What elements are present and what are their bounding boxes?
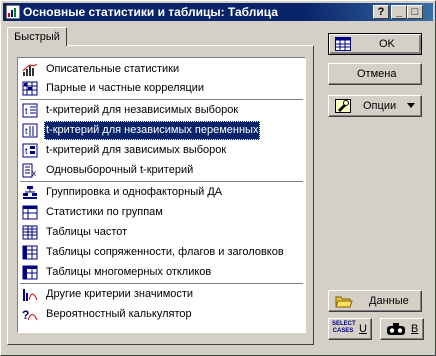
frequency-tables-icon — [22, 225, 38, 240]
t-test-groups-icon: t — [22, 103, 38, 118]
maximize-button[interactable]: □ — [407, 5, 423, 19]
crosstab-icon — [22, 245, 38, 260]
select-cases-key-label: U — [359, 323, 367, 335]
list-item-label: Одновыборочный t-критерий — [46, 164, 194, 176]
list-item-label: Другие критерии значимости — [46, 288, 194, 300]
help-button[interactable]: ? — [373, 5, 389, 19]
list-item-group-stats[interactable]: Статистики по группам — [20, 203, 303, 222]
open-folder-icon — [335, 296, 353, 308]
one-sample-t-icon: x — [22, 163, 36, 178]
list-item-label: Группировка и однофакторный ДА — [46, 186, 223, 198]
list-item-label: Таблицы сопряженности, флагов и заголовк… — [46, 246, 284, 258]
list-item-t-test-groups[interactable]: t t-критерий для независимых выборок — [20, 101, 303, 120]
list-item-label: Описательные статистики — [46, 63, 180, 75]
window-title: Основные статистики и таблицы: Таблица — [23, 5, 278, 19]
significance-tests-icon — [23, 289, 38, 301]
select-cases-button[interactable]: SELECT CASES U — [328, 318, 372, 340]
list-item-significance-tests[interactable]: Другие критерии значимости — [20, 285, 303, 304]
list-item-one-sample-t[interactable]: x Одновыборочный t-критерий — [20, 161, 303, 180]
list-item-t-test-variables[interactable]: t t-критерий для независимых переменных — [20, 121, 303, 140]
list-item-label: t-критерий для независимых выборок — [46, 104, 239, 116]
descriptive-stats-icon — [22, 63, 38, 76]
list-item-label: Таблицы многомерных откликов — [46, 266, 212, 278]
list-item-crosstabs[interactable]: Таблицы сопряженности, флагов и заголовк… — [20, 243, 303, 262]
ok-button[interactable]: OK — [328, 33, 422, 55]
list-item-frequency-tables[interactable]: Таблицы частот — [20, 223, 303, 242]
weight-button[interactable]: B — [380, 318, 424, 340]
t-test-variables-icon: t — [22, 123, 38, 138]
app-icon — [6, 5, 20, 19]
minimize-button[interactable]: _ — [391, 5, 407, 19]
t-test-dependent-icon: t — [22, 143, 38, 158]
list-item-label: Парные и частные корреляции — [46, 82, 205, 94]
list-item-multiple-response[interactable]: Таблицы многомерных откликов — [20, 263, 303, 282]
dialog-window: Основные статистики и таблицы: Таблица ?… — [0, 0, 436, 356]
correlations-icon — [22, 81, 38, 96]
weight-key-label: B — [411, 323, 419, 335]
list-item-label: Вероятностный калькулятор — [46, 308, 192, 320]
options-icon — [335, 99, 351, 113]
list-item-correlations[interactable]: Парные и частные корреляции — [20, 79, 303, 98]
list-item-label: t-критерий для зависимых выборок — [46, 144, 227, 156]
svg-text:x: x — [32, 169, 36, 178]
list-item-label: t-критерий для независимых переменных — [44, 121, 261, 140]
options-label: Опции — [363, 100, 397, 112]
list-item-t-test-dependent[interactable]: t t-критерий для зависимых выборок — [20, 141, 303, 160]
chevron-down-icon — [407, 103, 415, 108]
list-item-descriptive-stats[interactable]: Описательные статистики — [20, 60, 303, 79]
analysis-list[interactable]: Описательные статистики Парные и частные… — [17, 57, 306, 333]
list-item-probability-calculator[interactable]: ? Вероятностный калькулятор — [20, 305, 303, 324]
list-separator — [20, 181, 303, 182]
cancel-button[interactable]: Отмена — [328, 63, 422, 85]
list-separator — [20, 283, 303, 284]
tab-quick[interactable]: Быстрый — [7, 27, 67, 46]
breakdown-icon — [23, 186, 37, 199]
data-button[interactable]: Данные — [328, 290, 422, 312]
probability-calculator-icon: ? — [22, 308, 38, 322]
ok-label: OK — [379, 38, 395, 50]
weight-icon — [387, 323, 405, 335]
select-cases-icon: SELECT CASES — [332, 321, 356, 334]
list-item-label: Статистики по группам — [46, 206, 163, 218]
multiple-response-icon — [22, 265, 38, 280]
group-stats-icon — [22, 205, 38, 220]
title-bar[interactable]: Основные статистики и таблицы: Таблица ?… — [3, 3, 433, 21]
table-icon — [335, 37, 351, 51]
options-button[interactable]: Опции — [328, 95, 422, 117]
list-separator — [20, 99, 303, 100]
cancel-label: Отмена — [357, 68, 397, 80]
list-item-breakdown[interactable]: Группировка и однофакторный ДА — [20, 183, 303, 202]
data-label: Данные — [369, 295, 409, 307]
list-item-label: Таблицы частот — [46, 226, 128, 238]
